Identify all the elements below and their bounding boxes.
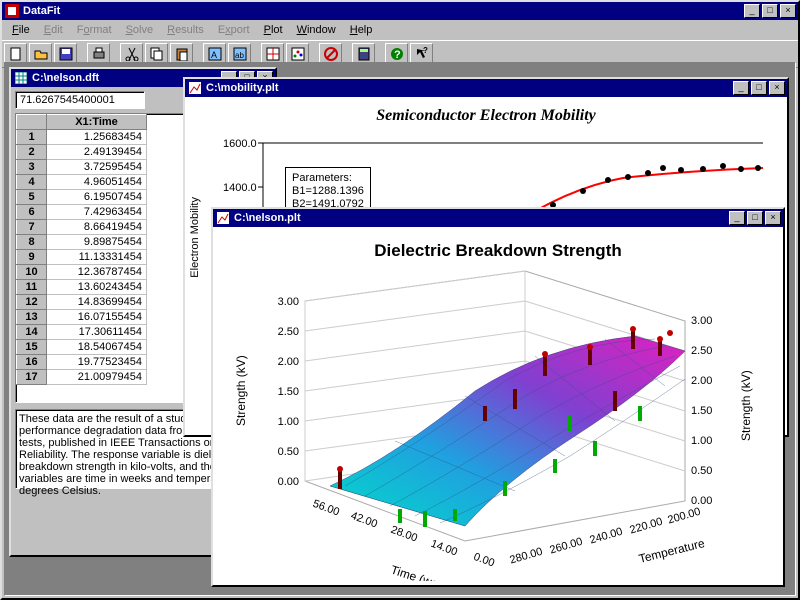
svg-text:1.50: 1.50 [278,386,299,398]
svg-text:?: ? [394,49,401,61]
mobility-min-button[interactable]: _ [733,81,749,95]
menu-solve: Solve [120,22,160,38]
svg-text:2.50: 2.50 [691,345,712,357]
svg-text:14.00: 14.00 [429,538,459,559]
nelson-window[interactable]: C:\nelson.plt _ □ × Dielectric Breakdown… [211,207,785,587]
chart-icon [187,80,203,96]
mobility-close-button[interactable]: × [769,81,785,95]
app-icon [4,3,20,19]
svg-text:2.00: 2.00 [278,356,299,368]
app-window: DataFit _ □ × File Edit Format Solve Res… [0,0,800,600]
svg-text:1400.0: 1400.0 [223,182,257,194]
nelson-plot: Dielectric Breakdown Strength [213,227,783,585]
app-title: DataFit [23,5,742,17]
svg-text:0.50: 0.50 [278,446,299,458]
zlabel-left: Strength (kV) [234,355,248,426]
table-row[interactable]: 1316.07155454 [17,310,147,325]
menu-help[interactable]: Help [344,22,379,38]
mobility-max-button[interactable]: □ [751,81,767,95]
mobility-title: C:\mobility.plt [206,82,731,94]
table-row[interactable]: 44.96051454 [17,175,147,190]
svg-text:42.00: 42.00 [349,510,379,531]
xlabel: Time (weeks) [389,563,461,581]
svg-text:2.00: 2.00 [691,375,712,387]
table-row[interactable]: 1518.54067454 [17,340,147,355]
mobility-plot-title: Semiconductor Electron Mobility [189,107,783,125]
menu-edit: Edit [38,22,69,38]
menu-file[interactable]: File [6,22,36,38]
minimize-button[interactable]: _ [744,4,760,18]
zlabel-right: Strength (kV) [739,370,753,441]
table-row[interactable]: 1417.30611454 [17,325,147,340]
col-header[interactable]: X1:Time [47,115,147,130]
table-row[interactable]: 89.89875454 [17,235,147,250]
mobility-titlebar[interactable]: C:\mobility.plt _ □ × [185,79,787,97]
nelson-title: C:\nelson.plt [234,212,727,224]
nelson-titlebar[interactable]: C:\nelson.plt _ □ × [213,209,783,227]
table-row[interactable]: 33.72595454 [17,160,147,175]
menu-window[interactable]: Window [291,22,342,38]
cell-input[interactable]: 71.6267545400001 [15,91,145,109]
svg-text:28.00: 28.00 [389,524,419,545]
svg-text:A: A [211,50,217,60]
table-row[interactable]: 56.19507454 [17,190,147,205]
table-row[interactable]: 1214.83699454 [17,295,147,310]
svg-text:0.50: 0.50 [691,465,712,477]
table-row[interactable]: 78.66419454 [17,220,147,235]
svg-text:56.00: 56.00 [311,498,341,519]
svg-text:1600.0: 1600.0 [223,138,257,150]
svg-text:1.00: 1.00 [691,435,712,447]
mdi-area: C:\nelson.dft _ □ × 71.6267545400001 X1:… [4,62,796,596]
table-row[interactable]: 22.49139454 [17,145,147,160]
table-row[interactable]: 1113.60243454 [17,280,147,295]
svg-text:200.00: 200.00 [666,506,702,527]
svg-text:1.00: 1.00 [278,416,299,428]
svg-text:240.00: 240.00 [588,526,624,547]
svg-text:3.00: 3.00 [278,296,299,308]
nelson-min-button[interactable]: _ [729,211,745,225]
svg-text:280.00: 280.00 [508,546,544,567]
chart3d-icon [215,210,231,226]
svg-text:3.00: 3.00 [691,315,712,327]
table-row[interactable]: 911.13331454 [17,250,147,265]
table-row[interactable]: 1721.00979454 [17,370,147,385]
nelson-max-button[interactable]: □ [747,211,763,225]
svg-text:1.50: 1.50 [691,405,712,417]
svg-text:220.00: 220.00 [628,516,664,537]
close-button[interactable]: × [780,4,796,18]
ylabel-temp: Temperature [637,536,706,566]
nelson-close-button[interactable]: × [765,211,781,225]
nelson-plot-title: Dielectric Breakdown Strength [217,241,779,261]
table-row[interactable]: 1012.36787454 [17,265,147,280]
svg-text:0.00: 0.00 [472,551,496,570]
svg-text:2.50: 2.50 [278,326,299,338]
svg-text:0.00: 0.00 [691,495,712,507]
svg-text:ab: ab [235,51,244,60]
menu-export: Export [212,22,256,38]
app-titlebar[interactable]: DataFit _ □ × [2,2,798,20]
table-row[interactable]: 11.25683454 [17,130,147,145]
menubar: File Edit Format Solve Results Export Pl… [2,20,798,40]
grid-icon [13,70,29,86]
menu-plot[interactable]: Plot [258,22,289,38]
maximize-button[interactable]: □ [762,4,778,18]
table-row[interactable]: 67.42963454 [17,205,147,220]
table-row[interactable]: 1619.77523454 [17,355,147,370]
svg-text:260.00: 260.00 [548,536,584,557]
svg-text:0.00: 0.00 [278,476,299,488]
mobility-ylabel: Electron Mobility [189,197,201,278]
menu-results: Results [161,22,210,38]
svg-text:?: ? [423,47,428,55]
menu-format: Format [71,22,118,38]
